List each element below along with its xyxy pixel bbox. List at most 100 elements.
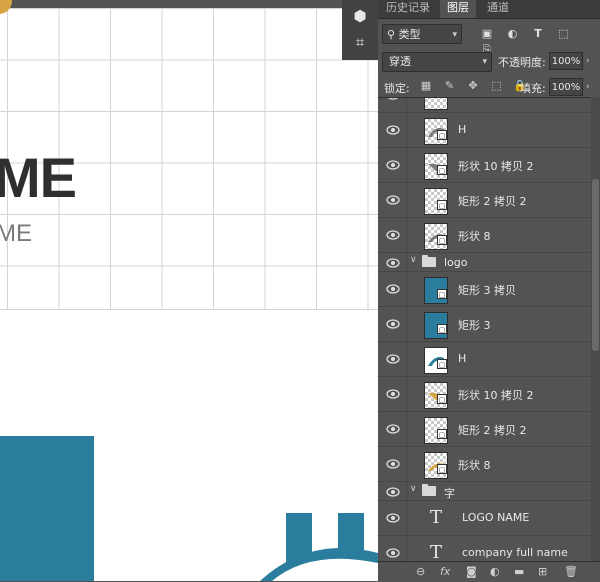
blend-mode-select[interactable]: 穿透 ▾ [382, 52, 492, 72]
layer-filter-select[interactable]: ⚲ 类型 ▾ [382, 24, 462, 44]
layer-name: 矩形 3 [458, 319, 491, 332]
lock-icons: ▦ ✎ ✥ ⬚ 🔒 [418, 79, 532, 92]
blue-rectangle-shape [0, 436, 94, 581]
lock-transparency-icon[interactable]: ▦ [418, 79, 434, 92]
eye-icon[interactable] [386, 485, 400, 499]
layers-bottom-toolbar: ⊖ fx ◙ ◐ ▬ ⊞ 🗑 [378, 561, 600, 582]
shape-layer-badge-icon: ▢ [437, 165, 447, 175]
eye-icon[interactable] [386, 282, 400, 296]
tab-history[interactable]: 历史记录 [382, 0, 434, 18]
shape-layer-badge-icon: ▢ [437, 130, 447, 140]
layer-row[interactable]: ▢ 形状 8 [378, 218, 590, 253]
shape-layer-badge-icon: ▢ [437, 394, 447, 404]
eye-icon[interactable] [386, 457, 400, 471]
fill-input[interactable]: 100% [549, 78, 583, 96]
tab-channels[interactable]: 通道 [480, 0, 516, 18]
chevron-down-icon: ▾ [452, 30, 457, 40]
layer-divider [406, 253, 407, 271]
layer-divider [406, 342, 407, 376]
3d-cube-icon[interactable]: ⬢ [350, 6, 370, 26]
layer-row[interactable]: ▢ 矩形 2 拷贝 2 [378, 412, 590, 447]
adjustment-layer-icon[interactable]: ◐ [490, 565, 500, 578]
eye-icon[interactable] [386, 97, 400, 102]
type-filter-icon[interactable]: T [529, 26, 547, 42]
layer-row[interactable]: ▢ 形状 10 拷贝 2 [378, 148, 590, 183]
layer-name: 形状 10 拷贝 2 [458, 160, 534, 173]
layer-row[interactable]: ▢ 形状 8 [378, 447, 590, 482]
lock-image-icon[interactable]: ✎ [442, 79, 458, 92]
search-icon: ⚲ [387, 28, 396, 41]
eye-icon[interactable] [386, 511, 400, 525]
shape-layer-badge-icon: ▢ [437, 200, 447, 210]
layer-divider [406, 307, 407, 341]
shape-layer-badge-icon: ▢ [437, 359, 447, 369]
eye-icon[interactable] [386, 546, 400, 560]
layer-name: company full name [462, 546, 568, 559]
layer-row[interactable]: ▢ 形状 10 拷贝 2 [378, 377, 590, 412]
trash-icon[interactable]: 🗑 [564, 565, 578, 578]
shape-layer-badge-icon: ▢ [437, 324, 447, 334]
eye-icon[interactable] [386, 193, 400, 207]
shape-layer-badge-icon: ▢ [437, 235, 447, 245]
layer-divider [406, 113, 407, 147]
text-layer-icon: T [430, 507, 443, 528]
eye-icon[interactable] [386, 352, 400, 366]
layer-group-row[interactable]: ∨ logo [378, 253, 590, 272]
layer-divider [406, 482, 407, 500]
eye-icon[interactable] [386, 158, 400, 172]
opacity-chevron-icon[interactable]: › [586, 56, 590, 66]
text-layer-row[interactable]: T LOGO NAME [378, 501, 590, 536]
layer-group-row[interactable]: ∨ 字 [378, 482, 590, 501]
eye-icon[interactable] [386, 123, 400, 137]
eye-icon[interactable] [386, 317, 400, 331]
canvas-logo-name-text: ME [0, 146, 77, 209]
new-layer-icon[interactable]: ⊞ [538, 565, 547, 578]
crop-tool-icon[interactable]: ⌗ [350, 32, 370, 52]
layer-thumbnail [424, 98, 448, 110]
link-layers-icon[interactable]: ⊖ [416, 565, 425, 578]
layer-row[interactable]: ▢ H [378, 113, 590, 148]
shape-layer-badge-icon: ▢ [437, 429, 447, 439]
chevron-down-icon[interactable]: ∨ [410, 484, 417, 494]
adjustment-filter-icon[interactable]: ◐ [504, 26, 522, 42]
eye-icon[interactable] [386, 256, 400, 270]
blend-mode-value: 穿透 [389, 55, 411, 68]
fill-chevron-icon[interactable]: › [586, 82, 590, 92]
eye-icon[interactable] [386, 422, 400, 436]
layer-divider [406, 412, 407, 446]
text-layer-row[interactable]: T company full name [378, 536, 590, 562]
eye-icon[interactable] [386, 228, 400, 242]
layer-row[interactable]: ▢ 矩形 3 拷贝 [378, 272, 590, 307]
layer-name: H [458, 352, 467, 365]
opacity-input[interactable]: 100% [549, 52, 583, 70]
tool-options-strip: ⬢ ⌗ [342, 0, 378, 60]
layers-scrollbar[interactable] [591, 97, 600, 561]
group-name: logo [444, 256, 468, 269]
scrollbar-thumb[interactable] [592, 179, 599, 351]
document-canvas[interactable]: ME ME [0, 0, 378, 581]
chevron-down-icon: ▾ [482, 57, 487, 67]
layers-panel: 历史记录 图层 通道 ⚲ 类型 ▾ ▣ ◐ T ⬚ ⎘ 穿透 ▾ 不透明度: 1… [378, 0, 600, 582]
image-filter-icon[interactable]: ▣ [478, 26, 496, 42]
filter-icons: ▣ ◐ T ⬚ ⎘ [478, 26, 600, 56]
layer-row[interactable] [378, 97, 590, 113]
new-group-icon[interactable]: ▬ [514, 565, 524, 578]
layer-name: 矩形 3 拷贝 [458, 284, 516, 297]
canvas-top-edge [0, 0, 378, 8]
layer-row[interactable]: ▢ H [378, 342, 590, 377]
tab-layers[interactable]: 图层 [440, 0, 476, 18]
layer-divider [406, 377, 407, 411]
layer-row[interactable]: ▢ 矩形 3 [378, 307, 590, 342]
lock-artboard-icon[interactable]: ⬚ [489, 79, 505, 92]
layer-divider [406, 272, 407, 306]
eye-icon[interactable] [386, 387, 400, 401]
lock-position-icon[interactable]: ✥ [465, 79, 481, 92]
shape-filter-icon[interactable]: ⬚ [555, 26, 573, 42]
add-mask-icon[interactable]: ◙ [466, 565, 477, 578]
fx-icon[interactable]: fx [440, 565, 450, 578]
layer-divider [406, 183, 407, 217]
layer-row[interactable]: ▢ 矩形 2 拷贝 2 [378, 183, 590, 218]
fill-label: 填充: [520, 82, 546, 95]
opacity-label: 不透明度: [498, 56, 546, 69]
chevron-down-icon[interactable]: ∨ [410, 255, 417, 265]
